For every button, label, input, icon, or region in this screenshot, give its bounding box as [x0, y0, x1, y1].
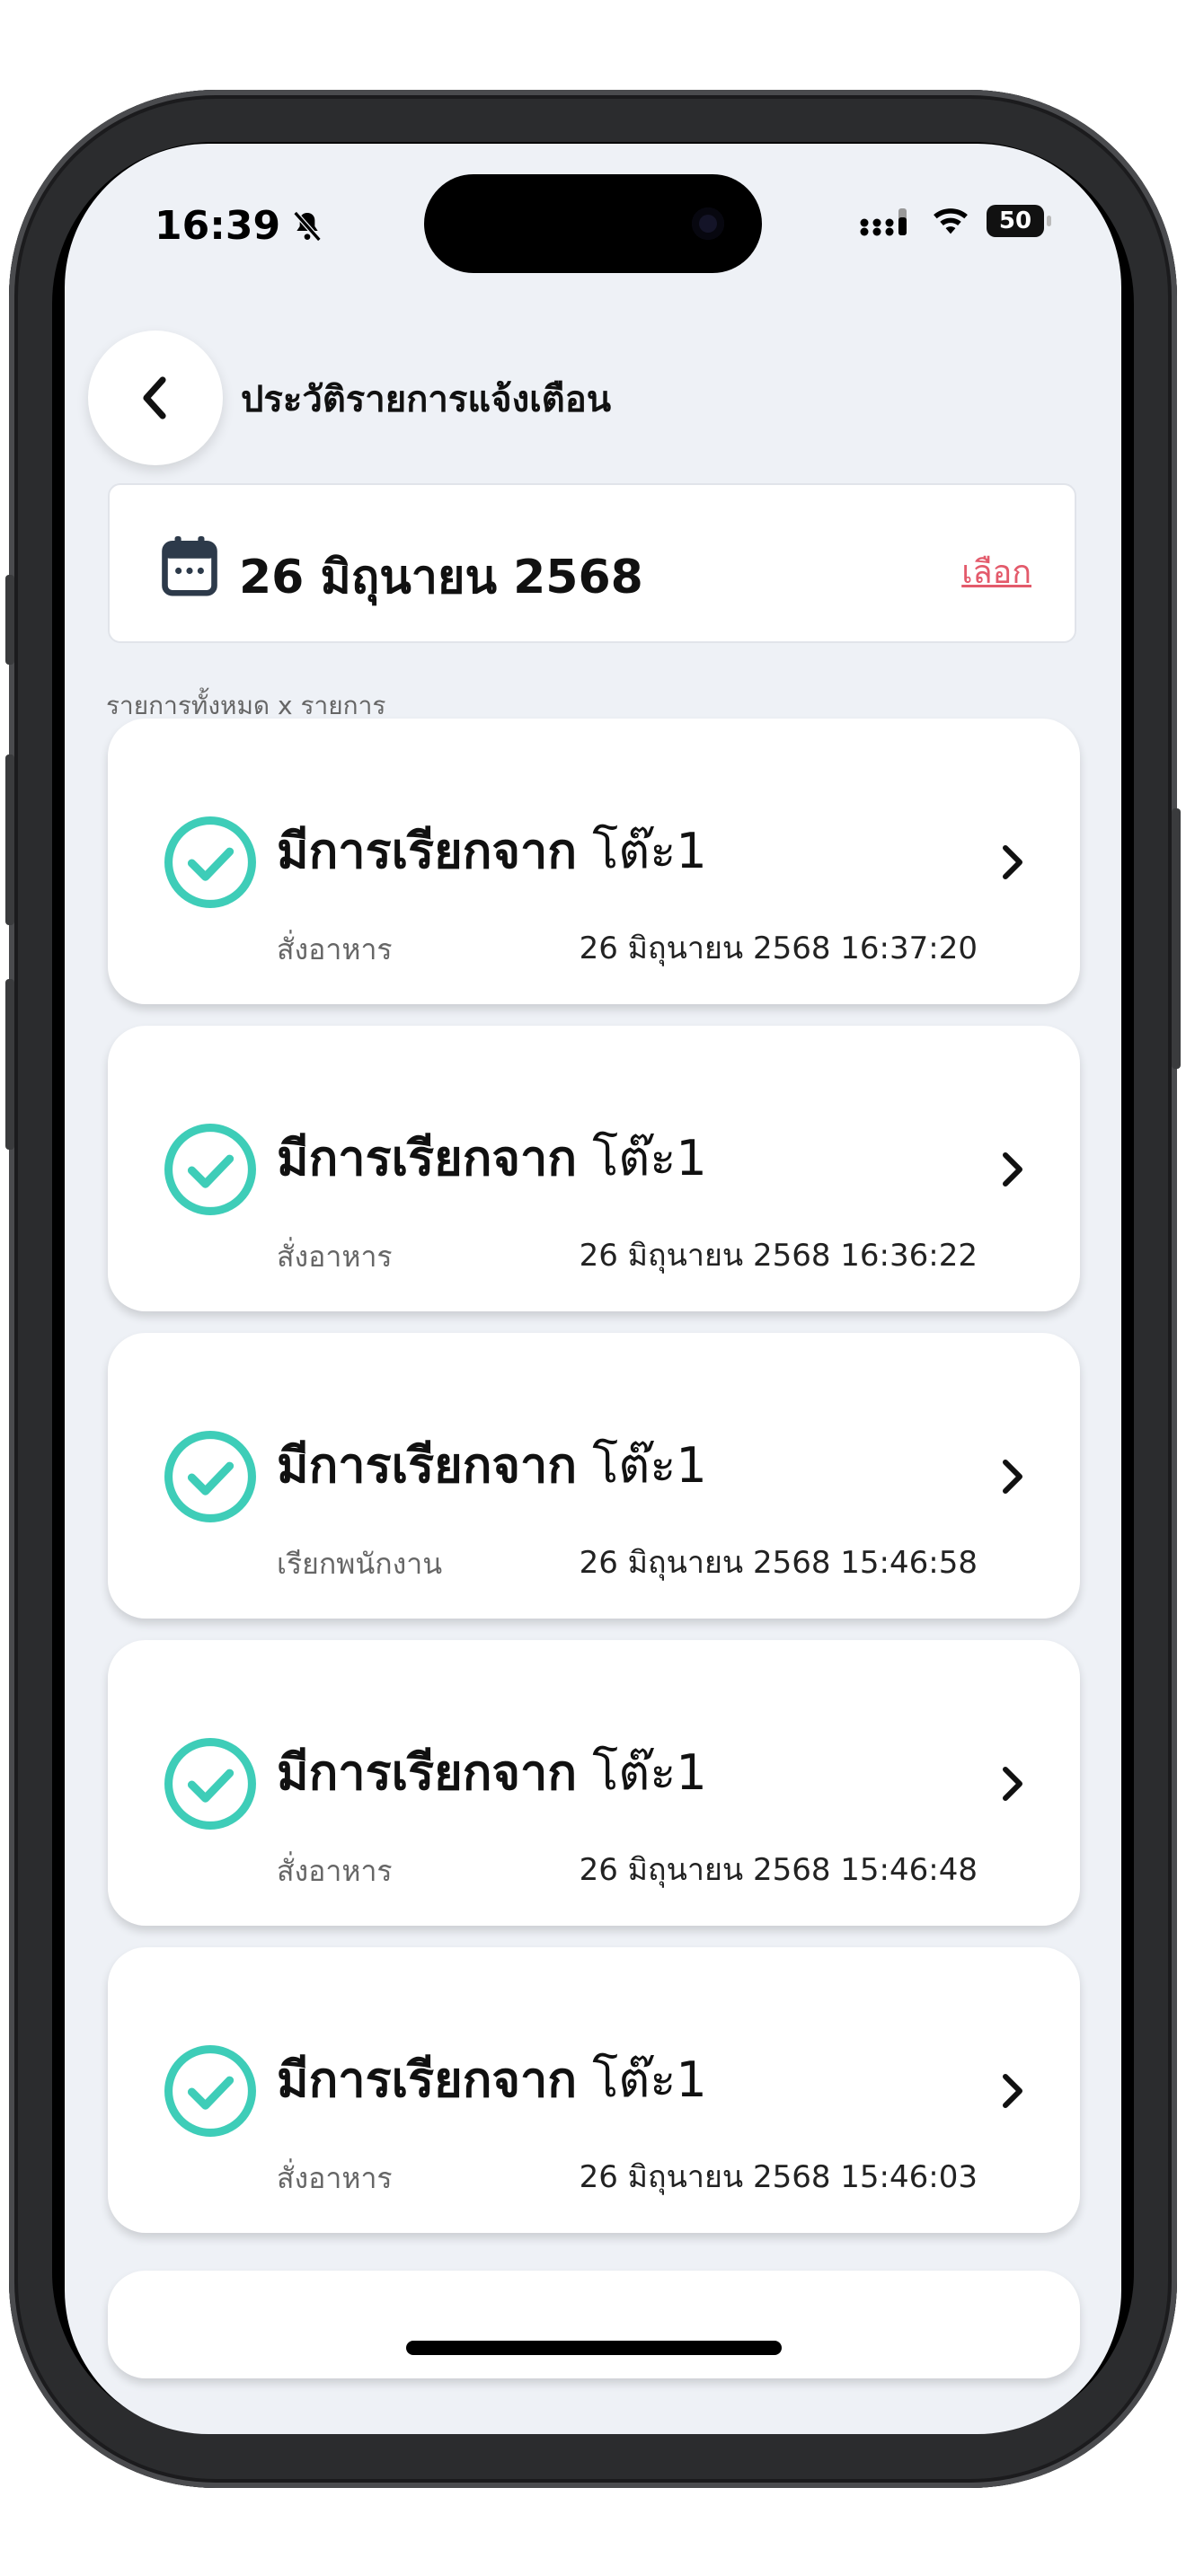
notification-table: โต๊ะ1 [592, 1130, 707, 1187]
selected-date: 26 มิถุนายน 2568 [239, 551, 643, 604]
signal-icon [860, 208, 907, 236]
notification-card[interactable]: มีการเรียกจาก โต๊ะ1 สั่งอาหาร 26 มิถุนาย… [108, 1026, 1080, 1311]
notification-card[interactable]: มีการเรียกจาก โต๊ะ1 เรียกพนักงาน 26 มิถุ… [108, 1333, 1080, 1619]
notification-timestamp: 26 มิถุนายน 2568 16:36:22 [579, 1238, 978, 1274]
notification-type: สั่งอาหาร [277, 1854, 393, 1888]
notification-title: มีการเรียกจาก โต๊ะ1 [277, 1119, 707, 1196]
check-circle-icon [164, 1124, 256, 1215]
notification-timestamp: 26 มิถุนายน 2568 15:46:03 [579, 2159, 978, 2195]
app-screen: 16:39 50 ประวัติรายการแจ้งเตือน 26 มิถุน… [65, 144, 1121, 2434]
check-circle-icon [164, 1738, 256, 1830]
notification-type: สั่งอาหาร [277, 932, 393, 966]
notification-type: เรียกพนักงาน [277, 1547, 443, 1581]
time-label: 16:39 [155, 203, 281, 249]
chevron-right-icon [1003, 1767, 1022, 1801]
calendar-icon [162, 536, 217, 596]
chevron-right-icon [1003, 2074, 1022, 2108]
notification-title-bold: มีการเรียกจาก [277, 1437, 578, 1494]
check-circle-icon [164, 2045, 256, 2137]
check-circle-icon [164, 1431, 256, 1522]
notification-title: มีการเรียกจาก โต๊ะ1 [277, 1734, 707, 1811]
notification-title-bold: มีการเรียกจาก [277, 2051, 578, 2108]
chevron-left-icon [143, 376, 166, 419]
notification-title: มีการเรียกจาก โต๊ะ1 [277, 812, 707, 889]
status-indicators: 50 [859, 205, 1051, 237]
notification-type: สั่งอาหาร [277, 2161, 393, 2195]
notification-timestamp: 26 มิถุนายน 2568 15:46:58 [579, 1545, 978, 1581]
notification-card[interactable]: มีการเรียกจาก โต๊ะ1 สั่งอาหาร 26 มิถุนาย… [108, 1947, 1080, 2233]
notification-timestamp: 26 มิถุนายน 2568 16:37:20 [579, 931, 978, 966]
notification-table: โต๊ะ1 [592, 1437, 707, 1494]
action-button [5, 575, 14, 665]
list-item[interactable] [108, 2271, 1080, 2378]
notification-title-bold: มีการเรียกจาก [277, 1744, 578, 1801]
page-title: ประวัติรายการแจ้งเตือน [241, 379, 612, 420]
volume-up-button [5, 754, 14, 925]
notification-type: สั่งอาหาร [277, 1239, 393, 1274]
dynamic-island [424, 174, 762, 273]
back-button[interactable] [88, 331, 223, 465]
select-date-link[interactable]: เลือก [961, 546, 1031, 597]
home-indicator[interactable] [406, 2341, 782, 2355]
notification-title-bold: มีการเรียกจาก [277, 1130, 578, 1187]
notification-title-bold: มีการเรียกจาก [277, 823, 578, 879]
battery-icon: 50 [987, 205, 1051, 237]
status-time: 16:39 [155, 203, 325, 249]
notification-table: โต๊ะ1 [592, 823, 707, 879]
check-circle-icon [164, 816, 256, 908]
bell-muted-icon [293, 210, 322, 242]
chevron-right-icon [1003, 1152, 1022, 1187]
wifi-icon [934, 208, 968, 234]
power-button [1172, 808, 1181, 1069]
notification-timestamp: 26 มิถุนายน 2568 15:46:48 [579, 1852, 978, 1888]
volume-down-button [5, 979, 14, 1150]
date-filter: 26 มิถุนายน 2568 เลือก [108, 483, 1076, 643]
chevron-right-icon [1003, 1460, 1022, 1494]
notification-table: โต๊ะ1 [592, 1744, 707, 1801]
notification-card[interactable]: มีการเรียกจาก โต๊ะ1 สั่งอาหาร 26 มิถุนาย… [108, 1640, 1080, 1926]
notification-title: มีการเรียกจาก โต๊ะ1 [277, 2041, 707, 2118]
notification-title: มีการเรียกจาก โต๊ะ1 [277, 1426, 707, 1504]
battery-level: 50 [998, 207, 1032, 234]
chevron-right-icon [1003, 845, 1022, 879]
notification-card[interactable]: มีการเรียกจาก โต๊ะ1 สั่งอาหาร 26 มิถุนาย… [108, 719, 1080, 1004]
notification-table: โต๊ะ1 [592, 2051, 707, 2108]
